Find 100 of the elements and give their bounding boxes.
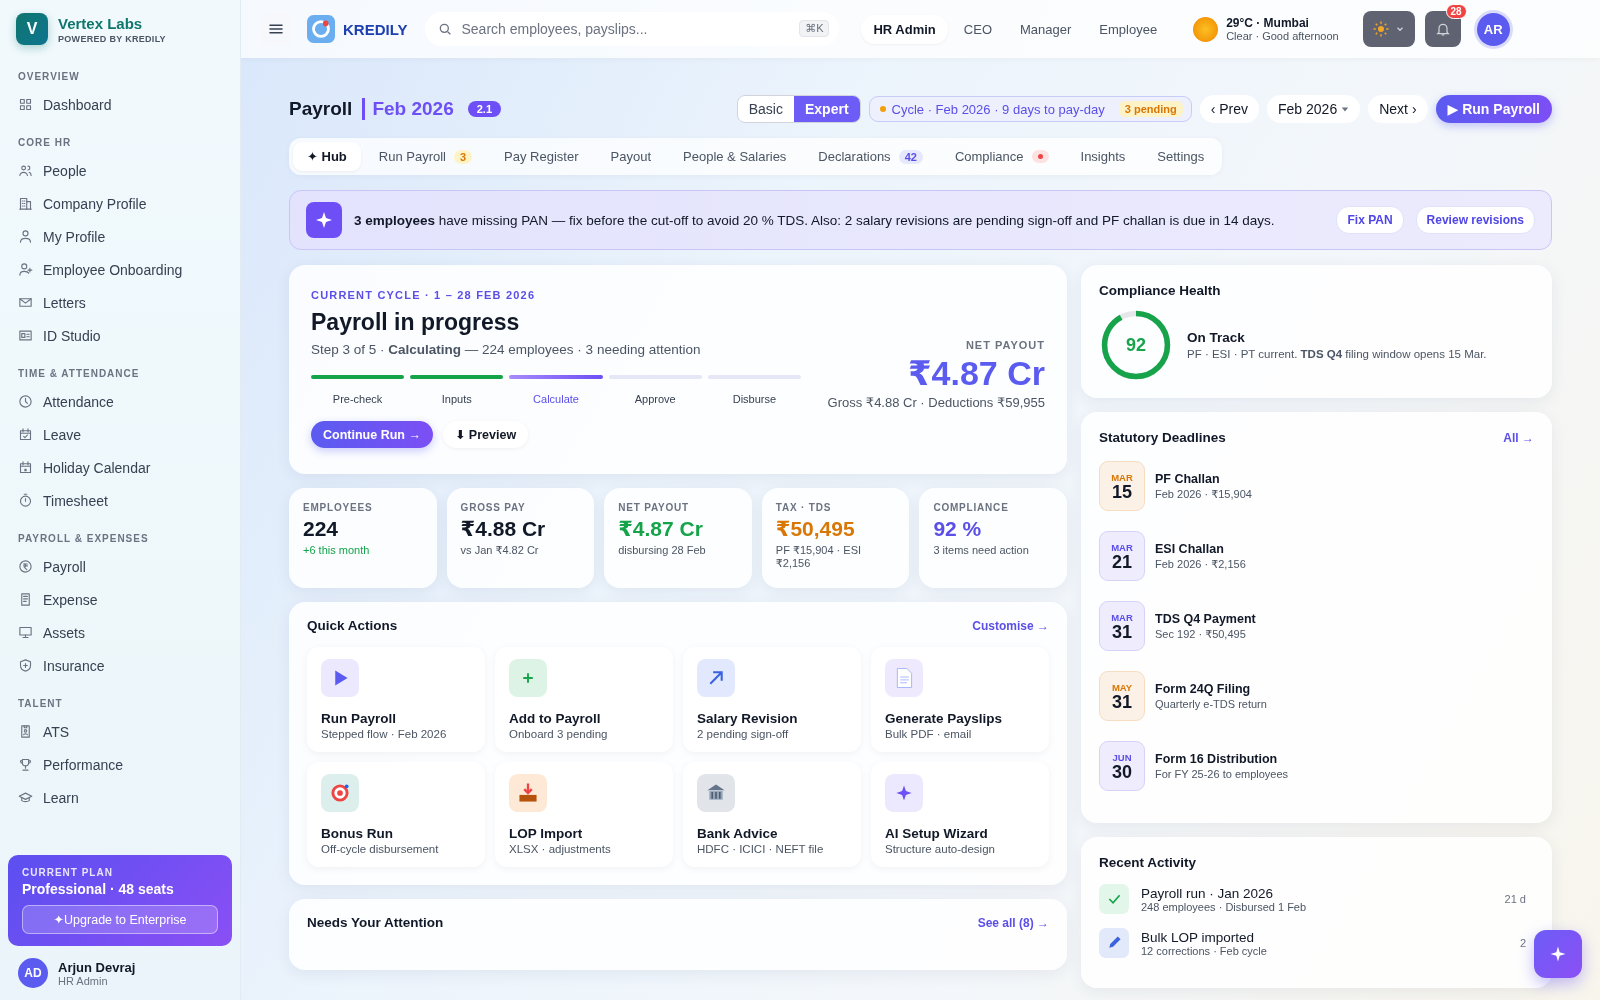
deadline-title: Form 16 Distribution	[1155, 752, 1279, 766]
preview-button[interactable]: ⬇ Preview	[442, 421, 529, 448]
weather-detail: Clear · Good afternoon	[1226, 30, 1339, 42]
run-payroll-button[interactable]: ▶ Run Payroll	[1435, 95, 1552, 123]
calendar-icon	[18, 460, 33, 475]
sidebar-item[interactable]: Attendance	[10, 385, 230, 418]
card-title: Needs Your Attention	[307, 915, 444, 930]
quick-action-tile[interactable]: Bonus Run Off-cycle disbursement	[307, 762, 485, 867]
net-payout-detail: Gross ₹4.88 Cr · Deductions ₹59,955	[827, 395, 1045, 410]
monitor-icon	[18, 625, 33, 640]
quick-action-tile[interactable]: Add to Payroll Onboard 3 pending	[495, 647, 673, 752]
mode-option[interactable]: Basic	[737, 96, 794, 122]
brand-tagline: POWERED BY KREDILY	[58, 33, 166, 44]
role-tab[interactable]: HR Admin	[861, 14, 948, 44]
building-icon	[18, 196, 33, 211]
nav-section-title: TIME & ATTENDANCE	[17, 367, 141, 381]
sun-icon	[1372, 20, 1391, 38]
role-tab[interactable]: Manager	[1008, 14, 1084, 44]
shield-icon	[18, 658, 33, 673]
nav-section-title: CORE HR	[17, 136, 73, 150]
check-icon	[1099, 884, 1129, 914]
sidebar-item[interactable]: Letters	[10, 286, 230, 319]
tab[interactable]: ✦ Hub	[293, 142, 361, 171]
role-tab[interactable]: Employee	[1087, 14, 1170, 44]
grid-icon	[18, 97, 33, 112]
sidebar-item[interactable]: My Profile	[10, 220, 230, 253]
tab[interactable]: Settings	[1143, 142, 1219, 171]
role-tab[interactable]: CEO	[951, 14, 1004, 44]
sidebar-item[interactable]: Insurance	[10, 649, 230, 682]
action-subtitle: 2 pending sign-off	[697, 728, 789, 740]
date-tile: MAY 31	[1099, 671, 1145, 721]
stat-label: COMPLIANCE	[933, 502, 1010, 513]
customise-link[interactable]: Customise →	[972, 618, 1049, 633]
mode-option[interactable]: Expert	[794, 96, 860, 122]
sidebar-item[interactable]: Company Profile	[10, 187, 230, 220]
action-subtitle: Off-cycle disbursement	[321, 843, 439, 855]
banner-action-button[interactable]: Fix PAN	[1336, 206, 1404, 234]
step-label: Inputs	[441, 393, 472, 405]
sidebar-item[interactable]: Timesheet	[10, 484, 230, 517]
quick-action-tile[interactable]: Run Payroll Stepped flow · Feb 2026	[307, 647, 485, 752]
sidebar-item[interactable]: Performance	[10, 748, 230, 781]
deadline-detail: Feb 2026 · ₹2,156	[1155, 557, 1246, 571]
count-badge: 3	[454, 149, 473, 164]
quick-action-tile[interactable]: AI Setup Wizard Structure auto-design	[871, 762, 1049, 867]
stat-note: +6 this month	[303, 544, 371, 556]
stat-note: vs Jan ₹4.82 Cr	[460, 544, 540, 557]
quick-action-tile[interactable]: Bank Advice HDFC · ICICI · NEFT file	[683, 762, 861, 867]
nav-section-title: TALENT	[17, 697, 64, 711]
sidebar-item[interactable]: Employee Onboarding	[10, 253, 230, 286]
banner-action-button[interactable]: Review revisions	[1415, 206, 1535, 234]
quick-action-tile[interactable]: Salary Revision 2 pending sign-off	[683, 647, 861, 752]
previous-button[interactable]: ‹ Prev	[1199, 95, 1260, 123]
all-link[interactable]: All →	[1503, 430, 1534, 445]
sidebar-item[interactable]: Expense	[10, 583, 230, 616]
count-badge: 42	[898, 149, 923, 164]
see-all-link[interactable]: See all (8) →	[977, 915, 1049, 930]
sidebar-item[interactable]: Assets	[10, 616, 230, 649]
net-payout-label: NET PAYOUT	[965, 339, 1045, 351]
upgrade-button[interactable]: ✦Upgrade to Enterprise	[22, 905, 218, 934]
sidebar-item[interactable]: Payroll	[10, 550, 230, 583]
caret-icon	[1341, 105, 1350, 113]
quick-action-tile[interactable]: LOP Import XLSX · adjustments	[495, 762, 673, 867]
tab[interactable]: Declarations 42	[804, 142, 937, 171]
date-tile: MAR 15	[1099, 461, 1145, 511]
sidebar-item[interactable]: Leave	[10, 418, 230, 451]
stat-value: ₹4.88 Cr	[460, 517, 547, 541]
tab[interactable]: Insights	[1066, 142, 1140, 171]
stat-note: 3 items need action	[933, 544, 1030, 556]
continue-run-button[interactable]: Continue Run →	[311, 421, 433, 448]
quick-action-tile[interactable]: Generate Payslips Bulk PDF · email	[871, 647, 1049, 752]
month-picker[interactable]: Feb 2026	[1267, 95, 1361, 123]
user-role: HR Admin	[58, 974, 108, 987]
graduation-cap-icon	[18, 790, 33, 805]
keyboard-shortcut: ⌘K	[799, 20, 830, 37]
next-button[interactable]: Next ›	[1368, 95, 1428, 123]
sidebar-item[interactable]: Dashboard	[10, 88, 230, 121]
sidebar-item[interactable]: Holiday Calendar	[10, 451, 230, 484]
envelope-icon	[18, 295, 33, 310]
theme-button[interactable]	[1362, 11, 1415, 47]
clock-icon	[18, 394, 33, 409]
sparkle-icon	[306, 202, 342, 238]
tab[interactable]: Pay Register	[490, 142, 593, 171]
nav-section-title: OVERVIEW	[17, 70, 81, 84]
sidebar-item[interactable]: Learn	[10, 781, 230, 814]
user-avatar[interactable]: AR	[1476, 12, 1510, 46]
sidebar-item[interactable]: ATS	[10, 715, 230, 748]
product-logo	[307, 15, 335, 43]
tab[interactable]: People & Salaries	[669, 142, 801, 171]
plan-caption: CURRENT PLAN	[22, 867, 114, 878]
tab[interactable]: Payout	[596, 142, 665, 171]
tab[interactable]: Run Payroll 3	[364, 142, 487, 171]
person-plus-icon	[18, 262, 33, 277]
tab[interactable]: Compliance	[940, 142, 1063, 171]
activity-detail: 248 employees · Disbursed 1 Feb	[1141, 900, 1308, 913]
action-subtitle: Onboard 3 pending	[509, 728, 608, 740]
user-avatar[interactable]: AD	[18, 958, 48, 988]
sidebar-item[interactable]: ID Studio	[10, 319, 230, 352]
assistant-button[interactable]	[1534, 930, 1582, 978]
badge-icon	[18, 724, 33, 739]
sidebar-item[interactable]: People	[10, 154, 230, 187]
